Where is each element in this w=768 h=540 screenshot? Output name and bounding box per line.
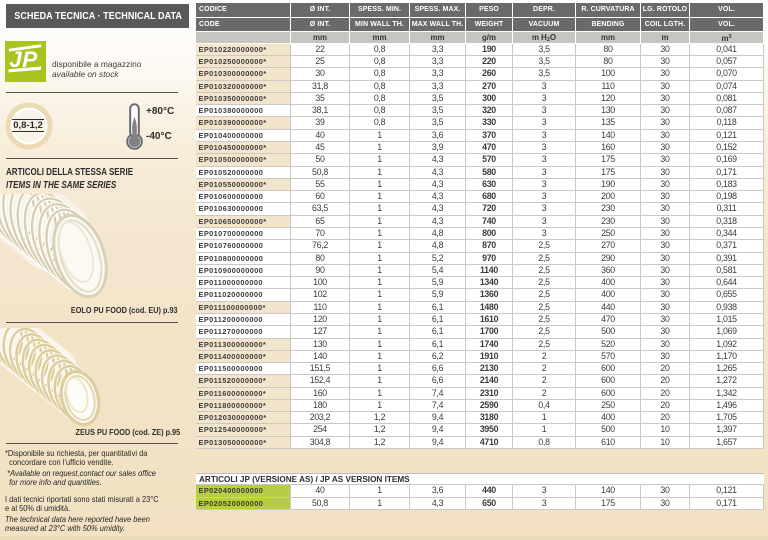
svg-text:JP: JP	[9, 47, 38, 72]
